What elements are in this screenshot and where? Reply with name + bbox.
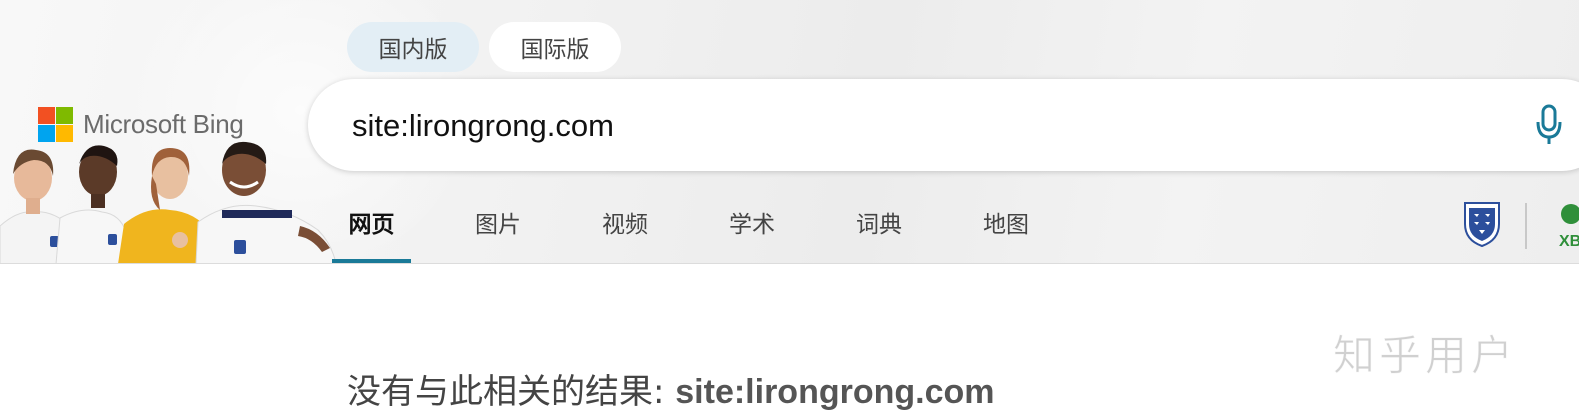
nav-item-dictionary[interactable]: 词典 bbox=[855, 180, 903, 264]
search-box bbox=[308, 79, 1579, 171]
england-crest-icon[interactable] bbox=[1462, 200, 1502, 248]
watermark: 知乎用户 bbox=[1332, 331, 1518, 381]
logo-text: Microsoft Bing bbox=[83, 109, 244, 139]
microsoft-logo-icon bbox=[38, 107, 73, 142]
search-input[interactable] bbox=[350, 99, 1454, 153]
tab-international-edition[interactable]: 国际版 bbox=[489, 22, 621, 72]
nav-item-images[interactable]: 图片 bbox=[474, 180, 522, 264]
player-2 bbox=[55, 145, 129, 264]
tab-domestic-edition[interactable]: 国内版 bbox=[347, 22, 479, 72]
xbox-icon[interactable]: XB bbox=[1551, 200, 1579, 250]
divider bbox=[1525, 203, 1527, 249]
football-players-illustration bbox=[0, 141, 337, 264]
no-results-query: site:lirongrong.com bbox=[675, 373, 995, 411]
no-results-text: 没有与此相关的结果: bbox=[347, 372, 676, 412]
nav-item-videos[interactable]: 视频 bbox=[601, 180, 649, 264]
vertical-nav: 网页 图片 视频 学术 词典 地图 bbox=[332, 180, 1030, 264]
nav-item-web[interactable]: 网页 bbox=[332, 180, 411, 264]
nav-item-maps[interactable]: 地图 bbox=[982, 180, 1030, 264]
bing-logo[interactable]: Microsoft Bing bbox=[38, 107, 244, 142]
nav-item-academic[interactable]: 学术 bbox=[728, 180, 776, 264]
header-divider bbox=[0, 263, 1579, 264]
svg-text:XB: XB bbox=[1559, 233, 1579, 250]
no-results-message: 没有与此相关的结果: site:lirongrong.com bbox=[347, 364, 995, 413]
player-4 bbox=[195, 141, 337, 264]
header: 国内版 国际版 Microsoft Bing site:lirongrong.c… bbox=[0, 0, 1579, 264]
microphone-icon[interactable] bbox=[1534, 104, 1564, 146]
